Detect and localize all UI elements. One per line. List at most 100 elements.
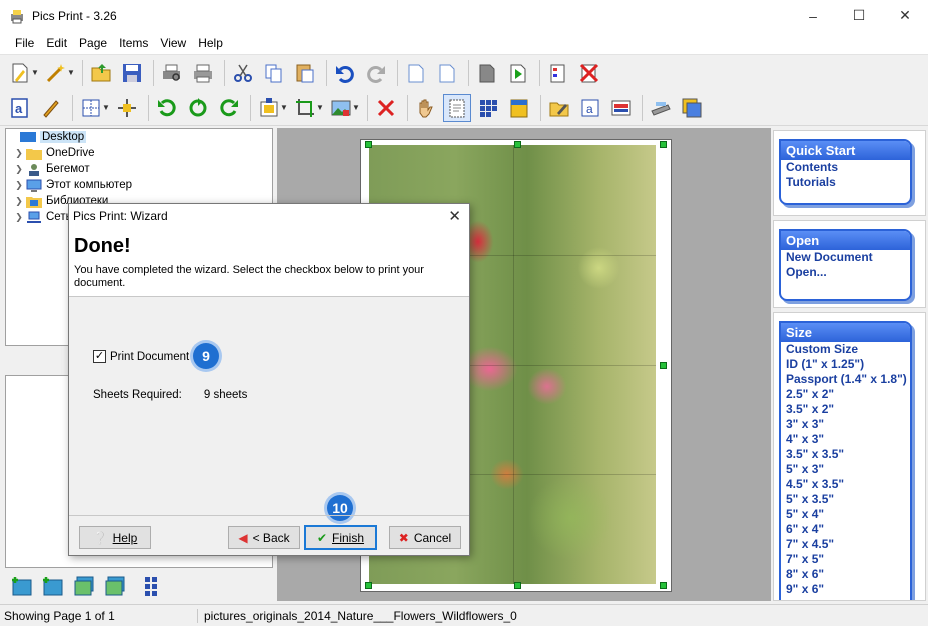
add-image-button[interactable] (8, 572, 36, 600)
tree-item-onedrive[interactable]: ❯ OneDrive (6, 145, 272, 161)
select-tool-button[interactable] (443, 93, 471, 122)
resize-handle[interactable] (365, 141, 372, 148)
image-dropdown-arrow[interactable]: ▼ (352, 103, 360, 112)
thumbnails-button[interactable] (474, 94, 502, 122)
menu-edit[interactable]: Edit (40, 36, 73, 50)
print-document-checkbox[interactable]: ✓ Print Document (93, 350, 189, 363)
save-button[interactable] (118, 59, 146, 87)
print-preview-button[interactable] (158, 59, 186, 87)
back-button[interactable]: ◀ < Back (228, 526, 300, 549)
resize-handle[interactable] (514, 141, 521, 148)
rotate-button[interactable] (184, 94, 212, 122)
paste-button[interactable] (291, 59, 319, 87)
expand-chevron-icon[interactable]: ❯ (12, 148, 26, 159)
cancel-button[interactable]: ✖ Cancel (389, 526, 461, 549)
minimize-button[interactable]: – (790, 0, 836, 31)
undo-button[interactable] (331, 59, 359, 87)
tutorials-link[interactable]: Tutorials (781, 175, 910, 190)
rotate-left-button[interactable] (153, 94, 181, 122)
size-option[interactable]: 5" x 3" (781, 462, 910, 477)
gallery-button[interactable] (678, 94, 706, 122)
new-dropdown-arrow[interactable]: ▼ (31, 68, 39, 77)
frame-button[interactable] (255, 94, 283, 122)
print-button[interactable] (189, 59, 217, 87)
folder-images-all-button[interactable] (101, 572, 129, 600)
folder-images-button[interactable] (70, 572, 98, 600)
checkbox-checked-icon[interactable]: ✓ (93, 350, 106, 363)
delete-page-button[interactable] (575, 59, 603, 87)
grid-tool-button[interactable] (77, 94, 105, 122)
add-all-images-button[interactable] (39, 572, 67, 600)
size-option[interactable]: 2.5" x 2" (781, 387, 910, 402)
resize-handle[interactable] (365, 582, 372, 589)
size-option[interactable]: 5" x 4" (781, 507, 910, 522)
contents-link[interactable]: Contents (781, 160, 910, 175)
layout-button[interactable] (505, 94, 533, 122)
open-button[interactable] (87, 59, 115, 87)
resize-handle[interactable] (660, 141, 667, 148)
draw-tool-button[interactable] (37, 94, 65, 122)
help-button[interactable]: ❔ Help (79, 526, 151, 549)
new-document-button[interactable] (6, 59, 34, 87)
align-button[interactable] (113, 94, 141, 122)
cut-button[interactable] (229, 59, 257, 87)
close-window-button[interactable]: ✕ (882, 0, 928, 31)
redo-button[interactable] (362, 59, 390, 87)
size-option[interactable]: 7" x 5" (781, 552, 910, 567)
size-option[interactable]: ID (1" x 1.25") (781, 357, 910, 372)
crop-button[interactable] (291, 94, 319, 122)
text-box-button[interactable]: a (576, 94, 604, 122)
expand-chevron-icon[interactable]: ❯ (12, 196, 26, 207)
new-document-link[interactable]: New Document (781, 250, 910, 265)
size-option[interactable]: 3.5" x 2" (781, 402, 910, 417)
size-option[interactable]: Custom Size (781, 342, 910, 357)
next-page-button[interactable] (504, 59, 532, 87)
size-option[interactable]: 4.5" x 3.5" (781, 477, 910, 492)
image-button[interactable] (327, 94, 355, 122)
finish-button[interactable]: ✔ Finish (304, 525, 377, 550)
maximize-button[interactable]: ☐ (836, 0, 882, 31)
menu-items[interactable]: Items (113, 36, 154, 50)
tree-item-computer[interactable]: ❯ Этот компьютер (6, 177, 272, 193)
menu-page[interactable]: Page (73, 36, 113, 50)
size-option[interactable]: Passport (1.4" x 1.8") (781, 372, 910, 387)
tree-item-user[interactable]: ❯ Бегемот (6, 161, 272, 177)
open-image-button[interactable] (545, 94, 573, 122)
tree-item-desktop[interactable]: Desktop (6, 129, 272, 145)
resize-handle[interactable] (660, 582, 667, 589)
size-option[interactable]: 9" x 6" (781, 582, 910, 597)
page-list-button[interactable] (544, 59, 572, 87)
expand-chevron-icon[interactable]: ❯ (12, 212, 26, 223)
grid-dropdown-arrow[interactable]: ▼ (102, 103, 110, 112)
thumbnail-view-button[interactable] (140, 572, 168, 600)
text-tool-button[interactable]: a (6, 94, 34, 122)
wizard-dropdown-arrow[interactable]: ▼ (67, 68, 75, 77)
size-option[interactable]: 4" x 3" (781, 432, 910, 447)
size-option[interactable]: 5" x 3.5" (781, 492, 910, 507)
expand-chevron-icon[interactable]: ❯ (12, 164, 26, 175)
page-setup-button[interactable] (402, 59, 430, 87)
delete-item-button[interactable] (372, 94, 400, 122)
caption-button[interactable] (607, 94, 635, 122)
rotate-right-button[interactable] (215, 94, 243, 122)
size-option[interactable]: 3" x 3" (781, 417, 910, 432)
open-link[interactable]: Open... (781, 265, 910, 280)
scan-button[interactable] (647, 94, 675, 122)
new-page-button[interactable] (433, 59, 461, 87)
size-option[interactable]: 8" x 6" (781, 567, 910, 582)
size-option[interactable]: 3.5" x 3.5" (781, 447, 910, 462)
resize-handle[interactable] (660, 362, 667, 369)
size-option[interactable]: 6" x 4" (781, 522, 910, 537)
resize-handle[interactable] (514, 582, 521, 589)
menu-view[interactable]: View (154, 36, 192, 50)
size-option[interactable]: 7" x 4.5" (781, 537, 910, 552)
first-page-button[interactable] (473, 59, 501, 87)
copy-button[interactable] (260, 59, 288, 87)
pan-tool-button[interactable] (412, 94, 440, 122)
expand-chevron-icon[interactable]: ❯ (12, 180, 26, 191)
menu-file[interactable]: File (9, 36, 40, 50)
menu-help[interactable]: Help (192, 36, 229, 50)
frame-dropdown-arrow[interactable]: ▼ (280, 103, 288, 112)
crop-dropdown-arrow[interactable]: ▼ (316, 103, 324, 112)
wizard-button[interactable] (42, 59, 70, 87)
